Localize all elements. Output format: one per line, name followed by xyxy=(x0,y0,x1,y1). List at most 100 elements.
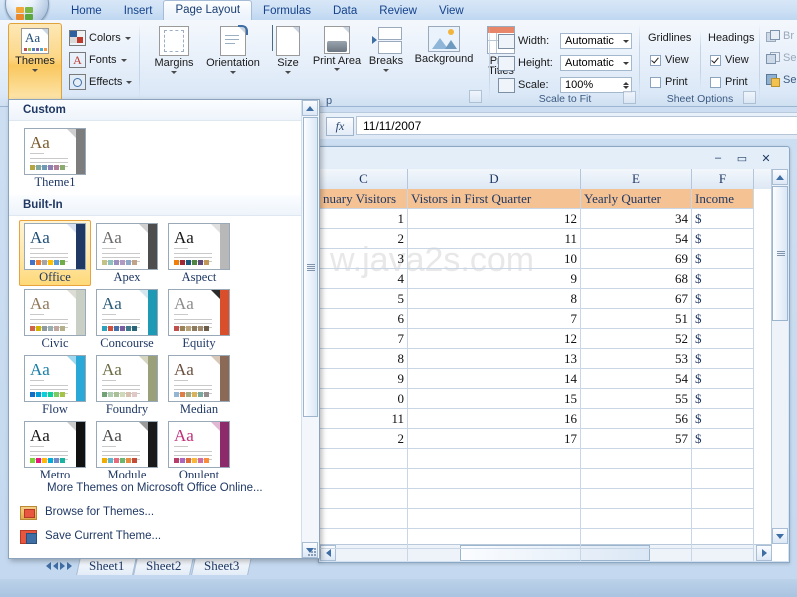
cell-F2[interactable]: $ xyxy=(692,209,754,229)
cell-E4[interactable]: 69 xyxy=(581,249,692,269)
themes-button[interactable]: Aa Themes xyxy=(8,23,62,101)
send-to-back-button[interactable]: Se xyxy=(766,52,796,64)
theme-fonts-button[interactable]: A Fonts xyxy=(66,50,130,70)
cell-C7[interactable]: 6 xyxy=(320,309,408,329)
table-row[interactable]: 2 17 57 $ xyxy=(320,429,788,449)
margins-button[interactable]: Margins xyxy=(146,26,202,74)
table-row[interactable] xyxy=(320,509,788,529)
tab-insert[interactable]: Insert xyxy=(113,2,164,20)
cell-C1[interactable] xyxy=(320,529,408,549)
cell-C8[interactable]: 7 xyxy=(320,329,408,349)
workbook-restore-button[interactable]: ▭ xyxy=(731,151,753,165)
column-header-D[interactable]: D xyxy=(408,169,581,189)
width-select[interactable]: Automatic xyxy=(560,33,632,49)
selection-pane-button[interactable]: Se xyxy=(766,74,796,87)
cell-F1[interactable]: Income xyxy=(692,189,754,209)
header-row[interactable]: nuary Visitors Vistors in First Quarter Ye… xyxy=(320,189,788,209)
table-row[interactable]: 3 10 69 $ xyxy=(320,249,788,269)
cell-F10[interactable]: $ xyxy=(692,369,754,389)
scale-spinner[interactable] xyxy=(623,81,629,89)
cell-D7[interactable]: 7 xyxy=(408,309,581,329)
theme-item-metro[interactable]: Aa Metro xyxy=(19,418,91,478)
theme-item-flow[interactable]: Aa Flow xyxy=(19,352,91,418)
scale-to-fit-dialog-launcher[interactable] xyxy=(623,91,636,104)
cell-D1[interactable] xyxy=(408,469,581,489)
cell-E8[interactable]: 52 xyxy=(581,329,692,349)
cell-E1[interactable] xyxy=(581,509,692,529)
table-row[interactable]: 1 12 34 $ xyxy=(320,209,788,229)
cell-F5[interactable]: $ xyxy=(692,269,754,289)
table-row[interactable]: 6 7 51 $ xyxy=(320,309,788,329)
cell-C1[interactable] xyxy=(320,509,408,529)
cell-E6[interactable]: 67 xyxy=(581,289,692,309)
sheet-nav-buttons[interactable] xyxy=(40,562,72,570)
scale-stepper[interactable]: 100% xyxy=(560,77,632,93)
sheet-tab-sheet1[interactable]: Sheet1 xyxy=(76,557,138,575)
table-row[interactable] xyxy=(320,469,788,489)
print-area-button[interactable]: Print Area xyxy=(312,26,362,71)
cell-F7[interactable]: $ xyxy=(692,309,754,329)
table-row[interactable]: 0 15 55 $ xyxy=(320,389,788,409)
cell-F12[interactable]: $ xyxy=(692,409,754,429)
cell-D2[interactable]: 12 xyxy=(408,209,581,229)
builtin-themes-grid[interactable]: Aa Office Aa Apex Aa Aspect Aa Civic Aa Concourse… xyxy=(9,216,302,478)
cell-C12[interactable]: 11 xyxy=(320,409,408,429)
cell-F1[interactable] xyxy=(692,549,754,561)
cell-E5[interactable]: 68 xyxy=(581,269,692,289)
cell-C6[interactable]: 5 xyxy=(320,289,408,309)
cell-D8[interactable]: 12 xyxy=(408,329,581,349)
theme-item-apex[interactable]: Aa Apex xyxy=(91,220,163,286)
cell-E1[interactable] xyxy=(581,549,692,561)
cell-D10[interactable]: 14 xyxy=(408,369,581,389)
theme-item-equity[interactable]: Aa Equity xyxy=(163,286,235,352)
theme-item-module[interactable]: Aa Module xyxy=(91,418,163,478)
cell-D6[interactable]: 8 xyxy=(408,289,581,309)
theme-item-opulent[interactable]: Aa Opulent xyxy=(163,418,235,478)
cell-C13[interactable]: 2 xyxy=(320,429,408,449)
column-header-F[interactable]: F xyxy=(692,169,754,189)
themes-gallery-dropdown[interactable]: Custom Aa Theme1 Built-In Aa Office Aa Apex A… xyxy=(8,99,320,559)
headings-print-checkbox[interactable]: Print xyxy=(710,76,748,88)
cell-C1[interactable]: nuary Visitors xyxy=(320,189,408,209)
worksheet-grid[interactable]: w.java2s.com nuary Visitors Vistors in Fi… xyxy=(320,189,788,561)
table-row[interactable]: 8 13 53 $ xyxy=(320,349,788,369)
more-themes-online-item[interactable]: More Themes on Microsoft Office Online..… xyxy=(9,476,319,500)
themes-gallery-scroll-area[interactable]: Custom Aa Theme1 Built-In Aa Office Aa Apex A… xyxy=(9,100,302,478)
page-setup-dialog-launcher[interactable] xyxy=(469,90,482,103)
cell-E9[interactable]: 53 xyxy=(581,349,692,369)
tab-formulas[interactable]: Formulas xyxy=(252,2,322,20)
table-row[interactable]: 5 8 67 $ xyxy=(320,289,788,309)
sheet-tab-sheet2[interactable]: Sheet2 xyxy=(133,557,195,575)
cell-F1[interactable] xyxy=(692,509,754,529)
cell-D1[interactable] xyxy=(408,489,581,509)
theme-colors-button[interactable]: Colors xyxy=(66,28,134,48)
cell-C11[interactable]: 0 xyxy=(320,389,408,409)
bring-to-front-button[interactable]: Br xyxy=(766,30,794,42)
gallery-resize-grip[interactable] xyxy=(308,548,317,557)
cell-E13[interactable]: 57 xyxy=(581,429,692,449)
cell-E12[interactable]: 56 xyxy=(581,409,692,429)
sheet-options-dialog-launcher[interactable] xyxy=(743,91,756,104)
table-row[interactable]: 7 12 52 $ xyxy=(320,329,788,349)
cell-F4[interactable]: $ xyxy=(692,249,754,269)
cell-F6[interactable]: $ xyxy=(692,289,754,309)
cell-E1[interactable] xyxy=(581,469,692,489)
cell-D1[interactable] xyxy=(408,549,581,561)
cell-C5[interactable]: 4 xyxy=(320,269,408,289)
cell-F9[interactable]: $ xyxy=(692,349,754,369)
insert-function-icon[interactable]: fx xyxy=(326,117,354,136)
table-row[interactable] xyxy=(320,529,788,549)
prev-sheet-icon[interactable] xyxy=(53,562,58,570)
size-button[interactable]: Size xyxy=(264,25,312,74)
tab-page-layout[interactable]: Page Layout xyxy=(163,0,253,20)
cell-E7[interactable]: 51 xyxy=(581,309,692,329)
formula-input[interactable]: 11/11/2007 xyxy=(356,116,797,135)
table-row[interactable]: 11 16 56 $ xyxy=(320,409,788,429)
cell-F1[interactable] xyxy=(692,489,754,509)
gridlines-view-checkbox[interactable]: View xyxy=(650,54,689,66)
cell-C9[interactable]: 8 xyxy=(320,349,408,369)
tab-view[interactable]: View xyxy=(428,2,475,20)
workbook-minimize-button[interactable]: – xyxy=(707,151,729,165)
theme-item-aspect[interactable]: Aa Aspect xyxy=(163,220,235,286)
cell-F1[interactable] xyxy=(692,529,754,549)
